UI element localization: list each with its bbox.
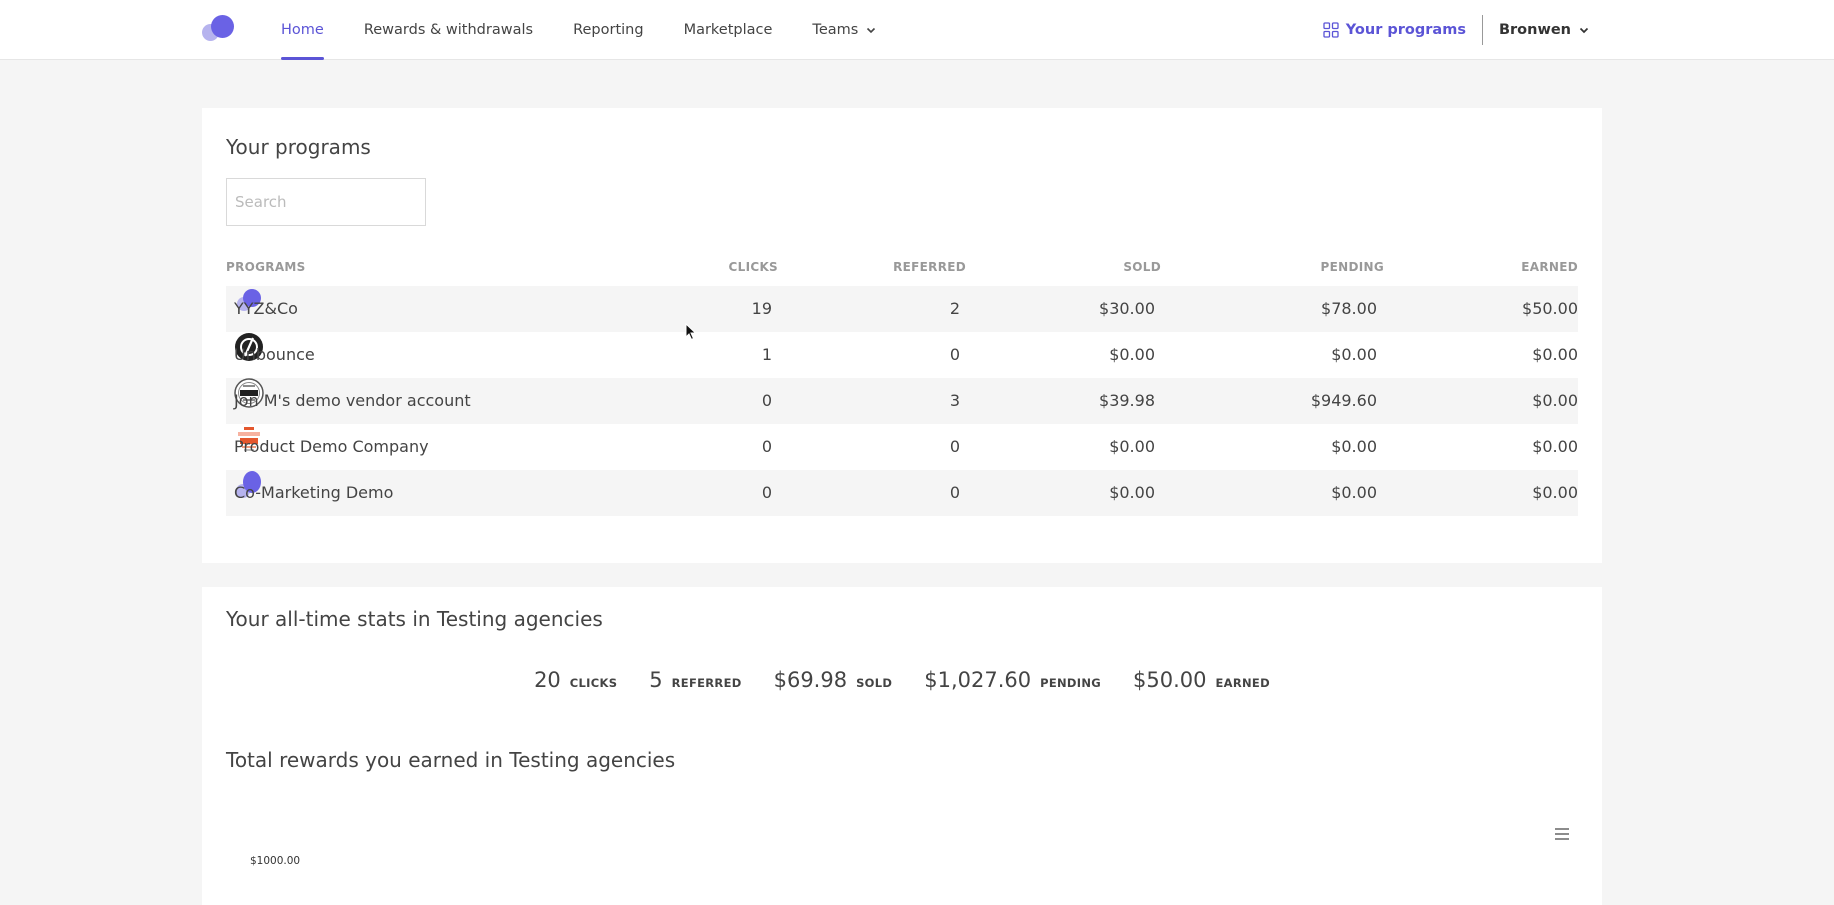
user-menu[interactable]: Bronwen [1483, 22, 1589, 38]
nav-reporting[interactable]: Reporting [573, 0, 644, 60]
program-name[interactable]: Jon M's demo vendor account [234, 378, 471, 424]
chart-y-tick: $1000.00 [250, 855, 301, 867]
brand-logo-icon[interactable] [202, 14, 234, 42]
table-row[interactable]: Product Demo Company 0 0 $0.00 $0.00 $0.… [226, 424, 1578, 470]
search-input[interactable] [226, 178, 426, 226]
clicks-value: 19 [751, 299, 772, 318]
grid-icon [1323, 22, 1339, 38]
nav-right: Your programs Bronwen [1323, 0, 1589, 60]
nav-rewards-label: Rewards & withdrawals [363, 22, 534, 38]
stat-clicks: 20 CLICKS [534, 668, 617, 692]
pending-value: $949.60 [1310, 391, 1377, 410]
earned-value: $50.00 [1522, 299, 1578, 318]
stats-card: Your all-time stats in Testing agencies … [202, 587, 1602, 905]
table-row[interactable]: Co-Marketing Demo 0 0 $0.00 $0.00 $0.00 [226, 470, 1578, 516]
user-name: Bronwen [1498, 22, 1571, 38]
col-pending-header[interactable]: PENDING [1321, 260, 1384, 274]
stat-label: PENDING [1040, 676, 1102, 690]
referred-value: 3 [949, 391, 960, 410]
top-navigation: Home Rewards & withdrawals Reporting Mar… [0, 0, 1834, 60]
col-referred-header[interactable]: REFERRED [893, 260, 966, 274]
sold-value: $0.00 [1109, 483, 1155, 502]
nav-rewards-withdrawals[interactable]: Rewards & withdrawals [364, 0, 533, 60]
stat-value: $50.00 [1133, 668, 1207, 692]
pending-value: $0.00 [1331, 437, 1377, 456]
stat-value: 5 [649, 668, 663, 692]
table-row[interactable]: Unbounce 1 0 $0.00 $0.00 $0.00 [226, 332, 1578, 378]
earned-value: $0.00 [1532, 483, 1578, 502]
stat-referred: 5 REFERRED [649, 668, 741, 692]
stat-value: $1,027.60 [924, 668, 1032, 692]
program-name[interactable]: Product Demo Company [234, 424, 429, 470]
chevron-down-icon [1579, 27, 1589, 34]
table-header: PROGRAMS CLICKS REFERRED SOLD PENDING EA… [226, 260, 1578, 284]
stat-pending: $1,027.60 PENDING [924, 668, 1101, 692]
earned-value: $0.00 [1532, 391, 1578, 410]
programs-card: Your programs PROGRAMS CLICKS REFERRED S… [202, 108, 1602, 563]
program-name[interactable]: Unbounce [234, 332, 315, 378]
program-name[interactable]: YYZ&Co [234, 286, 298, 332]
nav-home[interactable]: Home [281, 0, 324, 60]
programs-title: Your programs [226, 135, 371, 159]
col-programs-header[interactable]: PROGRAMS [226, 260, 306, 274]
clicks-value: 1 [761, 345, 772, 364]
nav-teams-label: Teams [812, 22, 859, 38]
pending-value: $0.00 [1331, 483, 1377, 502]
stat-label: REFERRED [671, 676, 742, 690]
your-programs-link[interactable]: Your programs [1323, 15, 1483, 45]
chevron-down-icon [867, 27, 876, 34]
hamburger-menu-icon[interactable] [1554, 827, 1570, 841]
stats-title: Your all-time stats in Testing agencies [226, 607, 603, 631]
table-row[interactable]: YYZ&Co 19 2 $30.00 $78.00 $50.00 [226, 286, 1578, 332]
referred-value: 0 [949, 483, 960, 502]
program-name[interactable]: Co-Marketing Demo [234, 470, 393, 516]
stat-label: CLICKS [569, 676, 618, 690]
nav-marketplace[interactable]: Marketplace [684, 0, 773, 60]
stat-label: SOLD [856, 676, 893, 690]
col-sold-header[interactable]: SOLD [1123, 260, 1161, 274]
sold-value: $30.00 [1099, 299, 1155, 318]
pending-value: $0.00 [1331, 345, 1377, 364]
mouse-cursor-icon [685, 323, 697, 341]
stat-value: 20 [534, 668, 561, 692]
sold-value: $0.00 [1109, 345, 1155, 364]
table-row[interactable]: Jon M's demo vendor account 0 3 $39.98 $… [226, 378, 1578, 424]
clicks-value: 0 [761, 437, 772, 456]
earned-value: $0.00 [1532, 345, 1578, 364]
stat-earned: $50.00 EARNED [1133, 668, 1270, 692]
main-nav: Home Rewards & withdrawals Reporting Mar… [281, 0, 916, 60]
stat-sold: $69.98 SOLD [774, 668, 893, 692]
referred-value: 0 [949, 345, 960, 364]
stat-label: EARNED [1215, 676, 1270, 690]
referred-value: 0 [949, 437, 960, 456]
col-clicks-header[interactable]: CLICKS [729, 260, 778, 274]
nav-teams[interactable]: Teams [812, 0, 876, 60]
stats-summary: 20 CLICKS 5 REFERRED $69.98 SOLD $1,027.… [202, 668, 1602, 692]
your-programs-label: Your programs [1345, 22, 1466, 38]
clicks-value: 0 [761, 391, 772, 410]
clicks-value: 0 [761, 483, 772, 502]
nav-marketplace-label: Marketplace [683, 22, 773, 38]
referred-value: 2 [949, 299, 960, 318]
nav-home-label: Home [281, 22, 324, 38]
sold-value: $39.98 [1099, 391, 1155, 410]
sold-value: $0.00 [1109, 437, 1155, 456]
nav-reporting-label: Reporting [573, 22, 644, 38]
rewards-title: Total rewards you earned in Testing agen… [226, 748, 676, 772]
earned-value: $0.00 [1532, 437, 1578, 456]
pending-value: $78.00 [1321, 299, 1377, 318]
stat-value: $69.98 [773, 668, 848, 692]
col-earned-header[interactable]: EARNED [1521, 260, 1578, 274]
